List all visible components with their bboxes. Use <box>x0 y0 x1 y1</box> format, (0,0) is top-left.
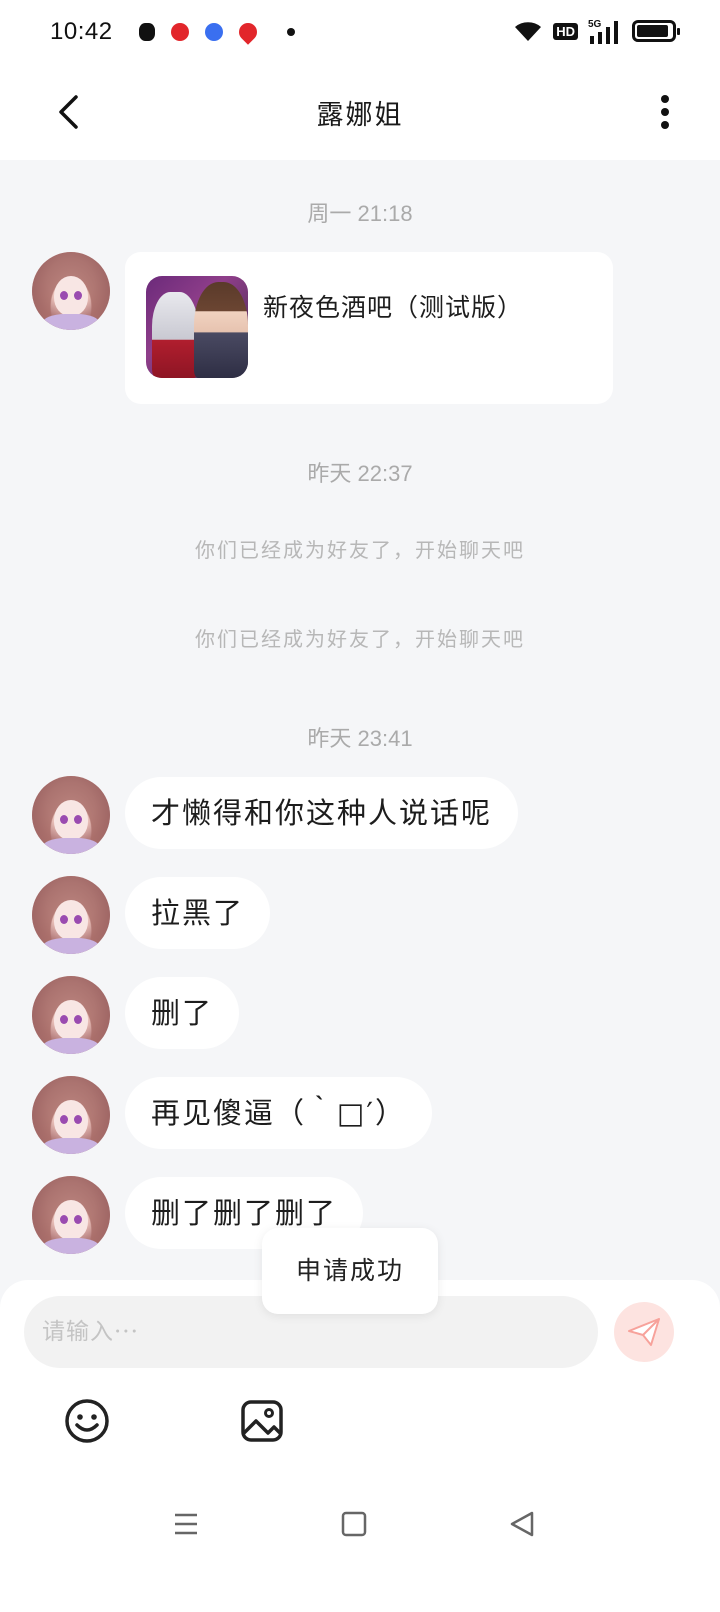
toast-notification: 申请成功 <box>262 1228 438 1314</box>
avatar[interactable] <box>32 876 110 954</box>
status-time: 10:42 <box>50 18 113 45</box>
timestamp: 昨天 22:37 <box>307 461 413 486</box>
message-bubble[interactable]: 删了 <box>125 977 240 1049</box>
game-thumbnail-icon <box>146 276 248 378</box>
svg-text:5G: 5G <box>588 19 602 30</box>
nav-home-button[interactable] <box>336 1506 372 1542</box>
game-share-card[interactable]: 新夜色酒吧（测试版） <box>125 252 613 404</box>
message-bubble[interactable]: 再见傻逼（｀□′） <box>125 1077 432 1149</box>
chevron-left-icon <box>59 95 78 129</box>
system-message: 你们已经成为好友了，开始聊天吧 <box>195 627 525 651</box>
more-options-button[interactable] <box>650 90 680 134</box>
image-icon <box>241 1400 283 1442</box>
avatar[interactable] <box>32 776 110 854</box>
timestamp: 昨天 23:41 <box>307 726 413 751</box>
hd-badge: HD <box>553 22 578 40</box>
chat-header: 露娜姐 <box>0 64 720 160</box>
avatar[interactable] <box>32 252 110 330</box>
back-button[interactable] <box>48 90 88 134</box>
nav-back-button[interactable] <box>504 1506 540 1542</box>
chat-messages[interactable]: 周一 21:18 新夜色酒吧（测试版） 昨天 22:37 你们已经成为好友了，开… <box>0 160 720 1320</box>
smile-icon <box>65 1399 109 1443</box>
triangle-back-icon <box>510 1511 534 1537</box>
timestamp: 周一 21:18 <box>307 201 413 226</box>
image-button[interactable] <box>237 1396 287 1446</box>
red-app-icon <box>170 23 189 41</box>
status-bar: 10:42 HD 5G <box>0 0 720 64</box>
dot-icon <box>286 28 295 36</box>
nav-menu-button[interactable] <box>168 1506 204 1542</box>
status-indicators: HD 5G <box>513 18 680 44</box>
avatar[interactable] <box>32 1176 110 1254</box>
square-home-icon <box>341 1511 367 1537</box>
input-panel <box>0 1280 720 1612</box>
avatar[interactable] <box>32 1076 110 1154</box>
send-button[interactable] <box>614 1302 674 1362</box>
menu-icon <box>175 1513 197 1535</box>
message-input[interactable] <box>42 1319 580 1345</box>
status-app-icons <box>138 19 295 45</box>
emoji-button[interactable] <box>62 1396 112 1446</box>
battery-icon <box>632 20 680 42</box>
send-icon <box>628 1318 660 1346</box>
baidu-icon <box>204 23 223 41</box>
wifi-icon <box>515 22 542 41</box>
card-title: 新夜色酒吧（测试版） <box>263 293 524 322</box>
signal-5g-icon: 5G <box>588 19 618 44</box>
page-title: 露娜姐 <box>316 99 404 131</box>
system-message: 你们已经成为好友了，开始聊天吧 <box>195 538 525 562</box>
avatar[interactable] <box>32 976 110 1054</box>
more-vertical-icon <box>661 95 669 129</box>
tiktok-icon <box>138 23 155 41</box>
message-bubble[interactable]: 才懒得和你这种人说话呢 <box>125 777 519 849</box>
message-bubble[interactable]: 拉黑了 <box>125 877 271 949</box>
map-pin-icon <box>234 19 261 45</box>
